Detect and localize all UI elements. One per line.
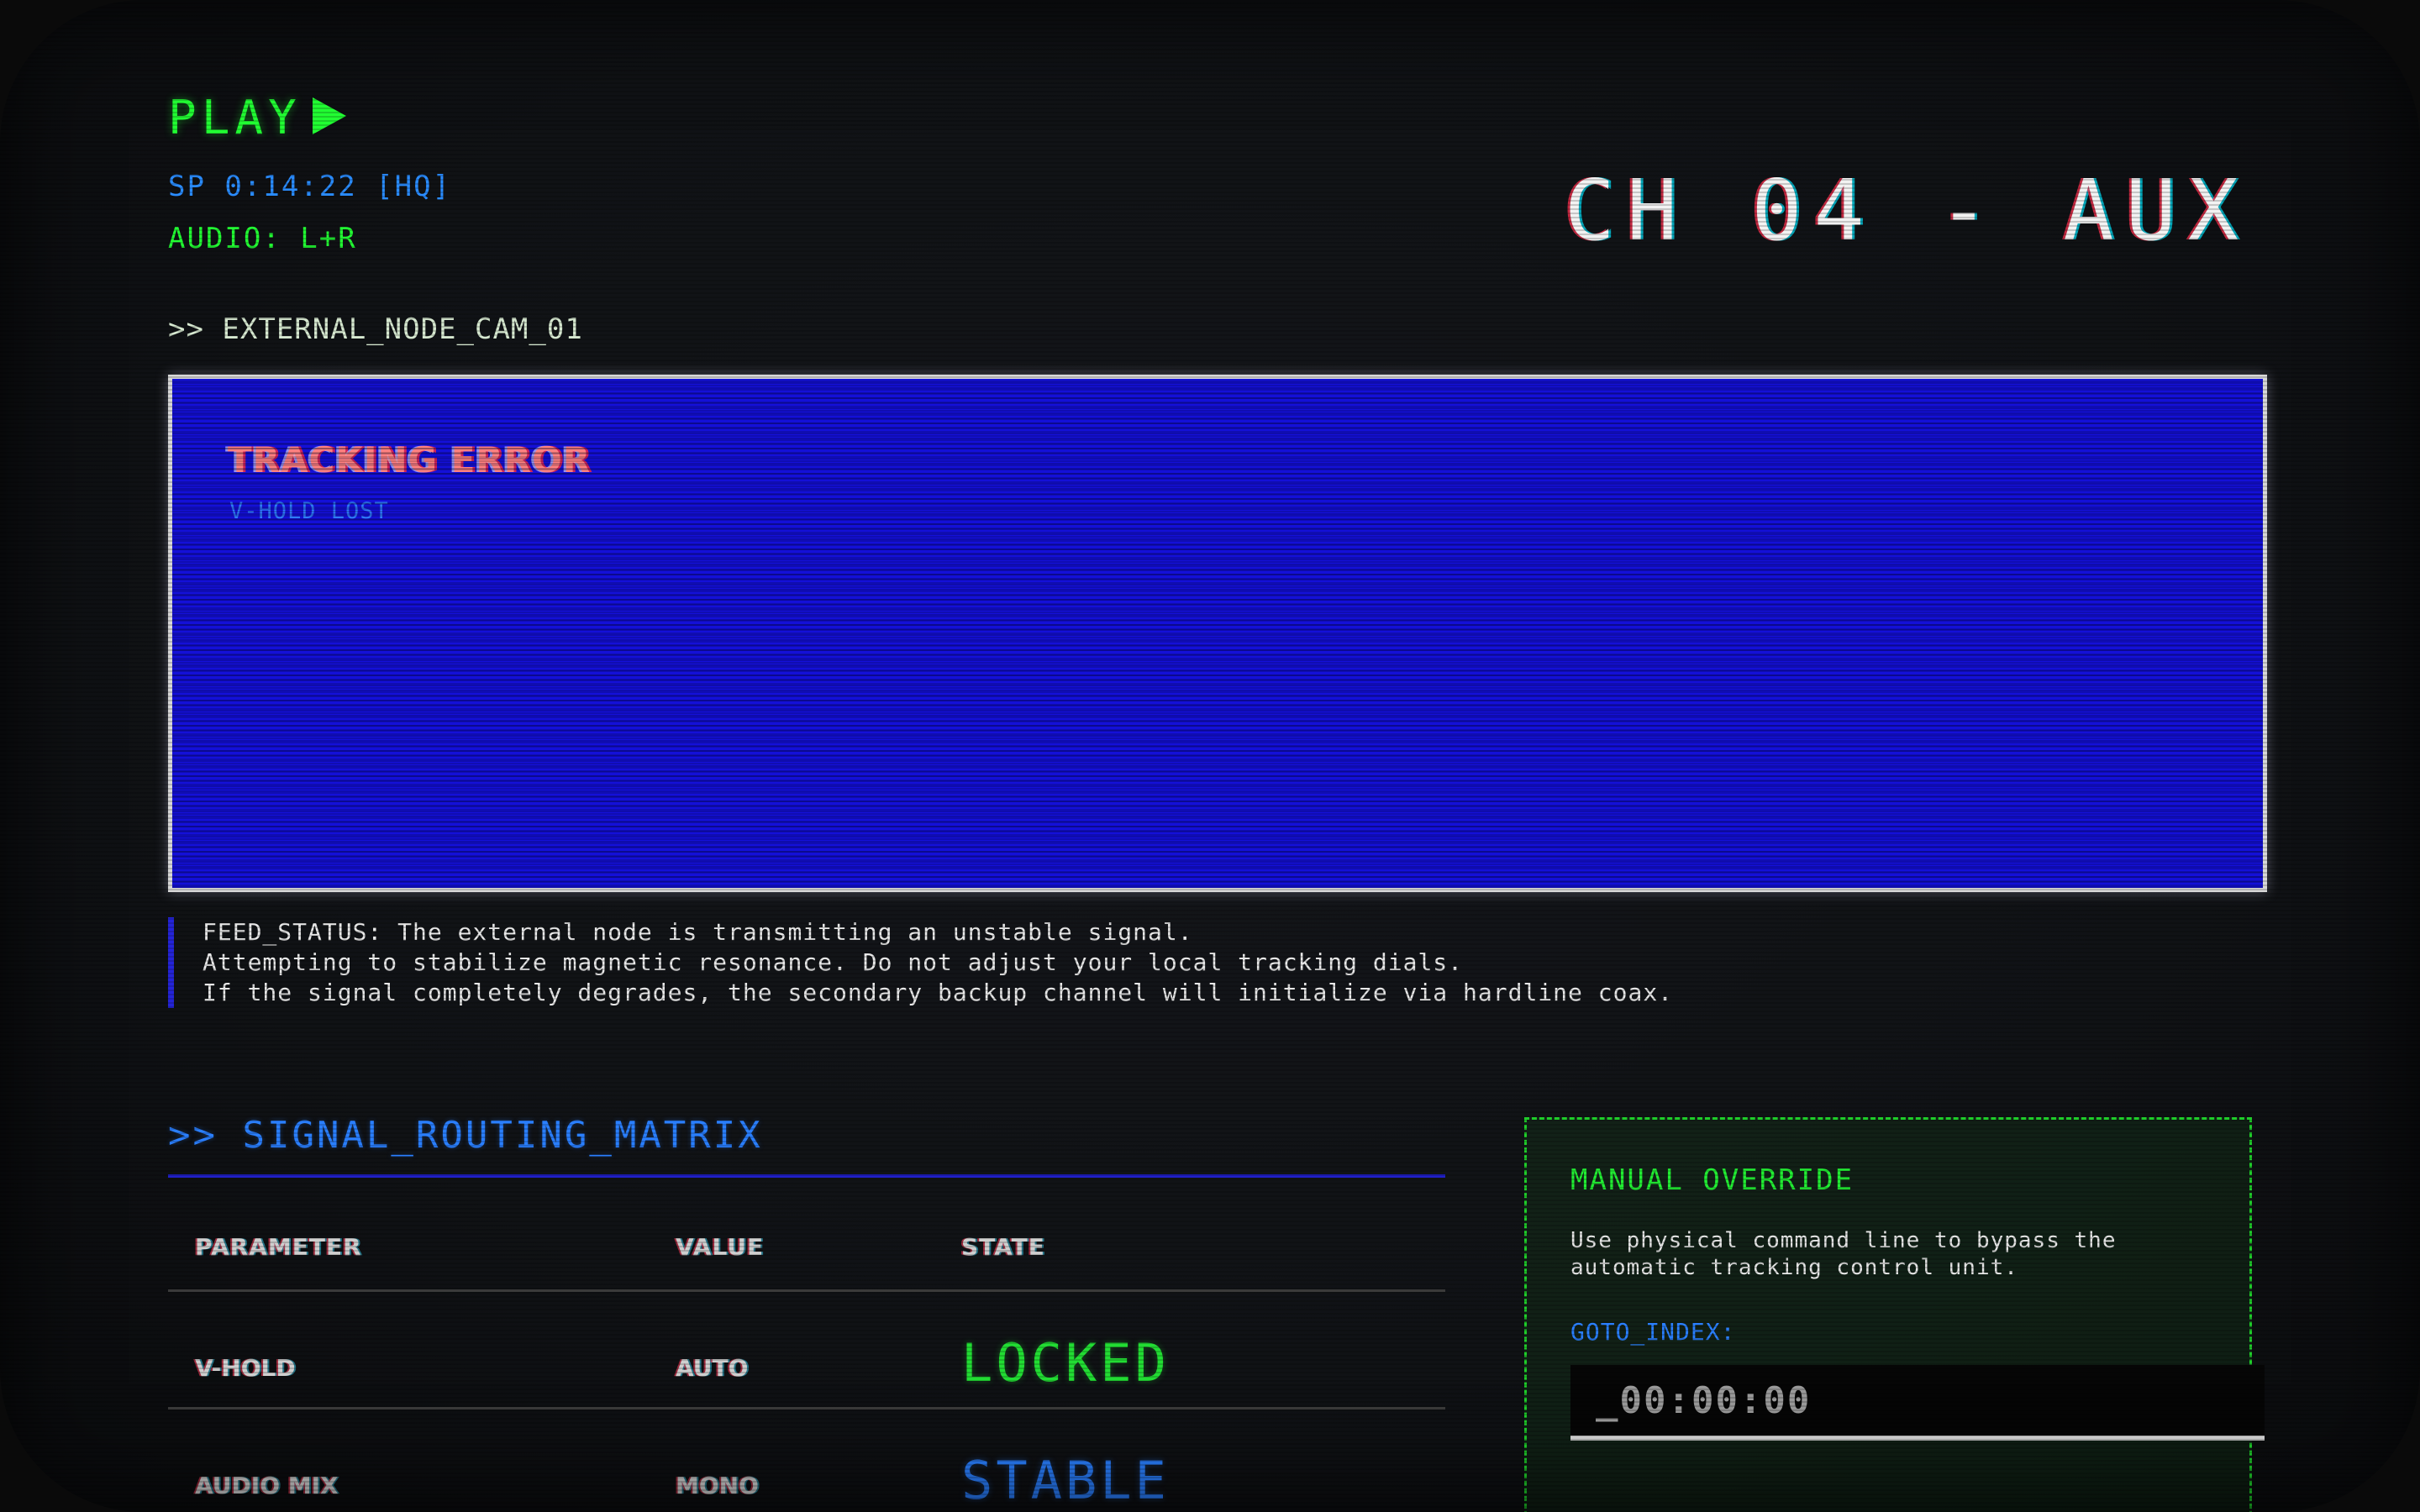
table-row[interactable]: AUDIO MIX MONO STABLE <box>168 1410 1445 1512</box>
override-description-line: Use physical command line to bypass the <box>1570 1228 2117 1253</box>
state-cell: STABLE <box>961 1450 1170 1511</box>
table-row[interactable]: V-HOLD AUTO LOCKED <box>168 1292 1445 1410</box>
tracking-error-title: TRACKING ERROR <box>228 439 592 480</box>
override-description-line: automatic tracking control unit. <box>1570 1255 2018 1280</box>
channel-indicator: CH 04 - AUX <box>1564 161 2250 260</box>
section-divider <box>168 1174 1445 1178</box>
feed-status-line: FEED_STATUS: The external node is transm… <box>203 918 1193 946</box>
column-header-parameter: PARAMETER <box>195 1233 362 1261</box>
play-status: PLAY <box>168 91 302 145</box>
state-cell: LOCKED <box>961 1332 1170 1394</box>
feed-source-label: >> EXTERNAL_NODE_CAM_01 <box>168 312 583 346</box>
parameter-cell: V-HOLD <box>195 1354 296 1382</box>
vhold-lost-message: V-HOLD LOST <box>229 498 389 524</box>
override-title: MANUAL OVERRIDE <box>1570 1163 1854 1197</box>
audio-mode-readout: AUDIO: L+R <box>168 222 357 255</box>
table-header-row: PARAMETER VALUE STATE <box>168 1194 1445 1292</box>
play-icon <box>313 97 346 134</box>
column-header-state: STATE <box>961 1233 1045 1261</box>
feed-status-line: Attempting to stabilize magnetic resonan… <box>203 948 1464 976</box>
parameter-cell: AUDIO MIX <box>195 1472 339 1499</box>
routing-matrix-table: PARAMETER VALUE STATE V-HOLD AUTO LOCKED… <box>168 1194 1445 1512</box>
column-header-value: VALUE <box>676 1233 765 1261</box>
goto-index-input[interactable] <box>1570 1365 2265 1441</box>
crt-screen: PLAY SP 0:14:22 [HQ] AUDIO: L+R CH 04 - … <box>0 0 2420 1512</box>
value-cell: MONO <box>676 1472 759 1499</box>
feed-status-block: FEED_STATUS: The external node is transm… <box>168 917 1765 1008</box>
goto-index-label: GOTO_INDEX: <box>1570 1318 1736 1346</box>
override-description: Use physical command line to bypass the … <box>1570 1227 2209 1281</box>
video-feed-screen: TRACKING ERROR V-HOLD LOST <box>168 375 2267 892</box>
value-cell: AUTO <box>676 1354 749 1382</box>
manual-override-panel: MANUAL OVERRIDE Use physical command lin… <box>1524 1117 2265 1512</box>
routing-matrix-title: >> SIGNAL_ROUTING_MATRIX <box>168 1114 763 1157</box>
tape-time-readout: SP 0:14:22 [HQ] <box>168 170 452 203</box>
feed-status-line: If the signal completely degrades, the s… <box>203 979 1674 1006</box>
